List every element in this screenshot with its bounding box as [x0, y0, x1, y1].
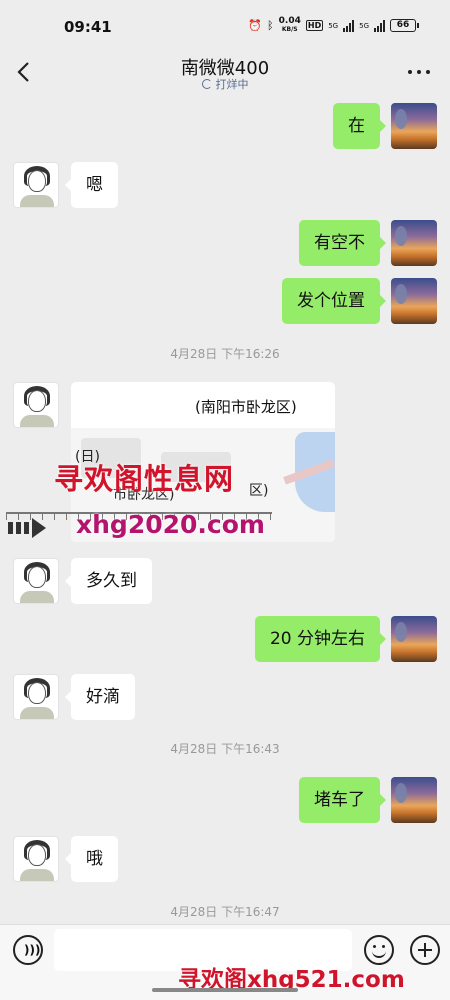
battery-icon: 66 — [390, 19, 419, 32]
hd-badge: HD — [305, 20, 324, 31]
message-bubble-received[interactable]: 嗯 — [65, 162, 118, 208]
message-bubble-sent[interactable]: 有空不 — [299, 220, 386, 266]
more-dots-icon[interactable] — [408, 70, 430, 74]
location-address: (南阳市卧龙区) — [195, 398, 297, 416]
alarm-icon: ⏰ — [248, 19, 263, 32]
my-avatar[interactable] — [391, 278, 437, 324]
plus-icon[interactable] — [410, 935, 440, 965]
status-icons: ⏰ ᛒ 0.04 KB/S HD 5G 5G 66 — [248, 17, 419, 34]
contact-avatar[interactable] — [13, 558, 59, 604]
message-bubble-sent[interactable]: 堵车了 — [299, 777, 386, 823]
my-avatar[interactable] — [391, 220, 437, 266]
message-bubble-sent[interactable]: 在 — [333, 103, 386, 149]
bluetooth-icon: ᛒ — [267, 19, 274, 32]
my-avatar[interactable] — [391, 777, 437, 823]
chat-header: 南微微400 打烊中 — [0, 48, 450, 100]
status-bar: 09:41 ⏰ ᛒ 0.04 KB/S HD 5G 5G 66 — [0, 0, 450, 48]
timestamp-divider: 4月28日 下午16:26 — [170, 347, 280, 361]
chat-status-text: 打烊中 — [215, 78, 249, 91]
timestamp-divider: 4月28日 下午16:43 — [170, 742, 280, 756]
watermark-url: xhg2020.com — [76, 510, 265, 539]
status-time: 09:41 — [64, 18, 112, 36]
my-avatar[interactable] — [391, 103, 437, 149]
message-bubble-sent[interactable]: 20 分钟左右 — [254, 616, 387, 662]
signal-label-1: 5G — [328, 21, 339, 30]
message-bubble-sent[interactable]: 发个位置 — [282, 278, 386, 324]
my-avatar[interactable] — [391, 616, 437, 662]
contact-avatar[interactable] — [13, 836, 59, 882]
message-bubble-received[interactable]: 好滴 — [65, 674, 135, 720]
signal-icon-1 — [343, 19, 355, 32]
watermark-text: 寻欢阁性息网 — [54, 462, 235, 496]
network-speed-unit: KB/S — [281, 26, 298, 33]
signal-label-2: 5G — [359, 21, 369, 30]
message-bubble-received[interactable]: 哦 — [65, 836, 118, 882]
loading-icon — [201, 79, 212, 89]
contact-avatar[interactable] — [13, 382, 59, 428]
home-indicator[interactable] — [152, 988, 298, 992]
contact-avatar[interactable] — [13, 674, 59, 720]
message-bubble-received[interactable]: 多久到 — [65, 558, 152, 604]
arrow-right-icon — [8, 518, 46, 538]
signal-icon-2 — [374, 19, 385, 32]
contact-avatar[interactable] — [13, 162, 59, 208]
network-speed-value: 0.04 — [278, 16, 301, 26]
network-speed: 0.04 KB/S — [279, 17, 301, 34]
voice-icon[interactable]: ))) — [13, 935, 43, 965]
chat-status: 打烊中 — [0, 76, 450, 92]
timestamp-divider: 4月28日 下午16:47 — [170, 905, 280, 919]
map-label: 区) — [249, 483, 269, 499]
